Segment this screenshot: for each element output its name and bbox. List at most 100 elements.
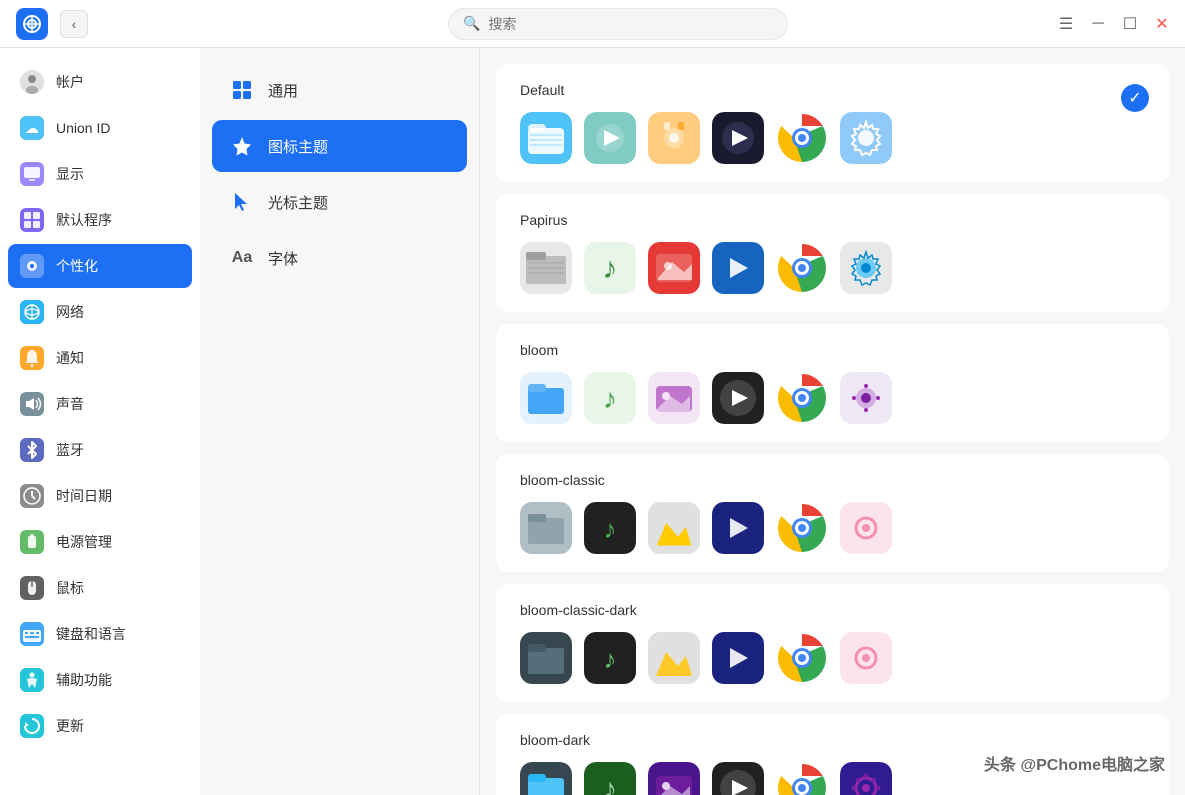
power-icon [20,530,44,554]
sub-sidebar: 通用 图标主题 光标主题 Aa 字体 [200,48,480,795]
bloom-classic-dark-icon-photos [648,632,700,684]
bloom-classic-icon-video [712,502,764,554]
theme-card-papirus[interactable]: Papirus ♪ [496,194,1169,312]
bloom-classic-icon-chrome [776,502,828,554]
search-bar[interactable]: 🔍 [448,8,788,40]
theme-default-name: Default [520,82,1145,98]
theme-card-default[interactable]: Default [496,64,1169,182]
theme-icon-settings [840,112,892,164]
theme-card-bloom[interactable]: bloom ♪ [496,324,1169,442]
default-apps-icon [20,208,44,232]
bloom-icon-chrome [776,372,828,424]
sidebar-item-mouse[interactable]: 鼠标 [8,566,192,610]
bloom-icon-files [520,372,572,424]
theme-card-bloom-classic-dark-content: bloom-classic-dark ♪ [520,602,1145,684]
primary-sidebar: 帐户 ☁ Union ID 显示 默认程序 个性化 [0,48,200,795]
minimize-button[interactable]: ─ [1091,17,1105,31]
network-icon [20,300,44,324]
sub-item-font-label: 字体 [268,248,298,269]
theme-bloom-classic-name: bloom-classic [520,472,1145,488]
theme-papirus-name: Papirus [520,212,1145,228]
sidebar-item-bluetooth[interactable]: 蓝牙 [8,428,192,472]
sidebar-item-network[interactable]: 网络 [8,290,192,334]
notification-icon [20,346,44,370]
theme-bloom-icons: ♪ [520,372,1145,424]
sidebar-item-mouse-label: 鼠标 [56,578,84,598]
datetime-icon [20,484,44,508]
theme-card-bloom-classic[interactable]: bloom-classic ♪ [496,454,1169,572]
bloom-dark-icon-files [520,762,572,795]
sidebar-item-accessibility[interactable]: 辅助功能 [8,658,192,702]
sidebar-item-datetime-label: 时间日期 [56,486,112,506]
theme-default-icons [520,112,1145,164]
sidebar-item-sound[interactable]: 声音 [8,382,192,426]
sidebar-item-power-label: 电源管理 [56,532,112,552]
bloom-classic-icon-settings [840,502,892,554]
sub-item-general[interactable]: 通用 [212,64,467,116]
sidebar-item-datetime[interactable]: 时间日期 [8,474,192,518]
sidebar-item-account[interactable]: 帐户 [8,60,192,104]
theme-card-bloom-classic-dark[interactable]: bloom-classic-dark ♪ [496,584,1169,702]
theme-card-default-content: Default [520,82,1145,164]
theme-bloom-dark-name: bloom-dark [520,732,1145,748]
sidebar-item-union-id-label: Union ID [56,120,110,136]
bloom-classic-icon-photos [648,502,700,554]
bloom-classic-icon-music: ♪ [584,502,636,554]
sidebar-item-default-apps[interactable]: 默认程序 [8,198,192,242]
theme-bloom-name: bloom [520,342,1145,358]
bloom-classic-dark-icon-files [520,632,572,684]
sub-item-general-label: 通用 [268,80,298,101]
bloom-classic-dark-icon-music: ♪ [584,632,636,684]
theme-card-bloom-content: bloom ♪ [520,342,1145,424]
titlebar-left: ‹ [16,8,88,40]
sub-item-icon-theme-label: 图标主题 [268,136,328,157]
papirus-icon-files [520,242,572,294]
bloom-icon-video [712,372,764,424]
sidebar-item-keyboard[interactable]: 键盘和语言 [8,612,192,656]
sidebar-item-default-apps-label: 默认程序 [56,210,112,230]
svg-text:♪: ♪ [603,252,618,285]
theme-card-bloom-dark[interactable]: bloom-dark ♪ [496,714,1169,795]
menu-button[interactable]: ☰ [1059,17,1073,31]
mouse-icon [20,576,44,600]
titlebar: ‹ 🔍 ☰ ─ ☐ ✕ [0,0,1185,48]
sidebar-item-display[interactable]: 显示 [8,152,192,196]
sidebar-item-power[interactable]: 电源管理 [8,520,192,564]
theme-icon-photos [648,112,700,164]
sub-item-icon-theme[interactable]: 图标主题 [212,120,467,172]
sidebar-item-union-id[interactable]: ☁ Union ID [8,106,192,150]
sidebar-item-personalize[interactable]: 个性化 [8,244,192,288]
papirus-icon-chrome [776,242,828,294]
bloom-classic-dark-icon-video [712,632,764,684]
close-button[interactable]: ✕ [1155,17,1169,31]
sidebar-item-notification[interactable]: 通知 [8,336,192,380]
bloom-dark-icon-music: ♪ [584,762,636,795]
svg-text:♪: ♪ [604,514,617,544]
theme-card-bloom-dark-content: bloom-dark ♪ [520,732,1145,795]
sidebar-item-sound-label: 声音 [56,394,84,414]
sub-item-font[interactable]: Aa 字体 [212,232,467,284]
bloom-icon-settings [840,372,892,424]
search-input[interactable] [488,16,773,32]
bloom-icon-photos [648,372,700,424]
back-button[interactable]: ‹ [60,10,88,38]
sidebar-item-keyboard-label: 键盘和语言 [56,624,126,644]
papirus-icon-video [712,242,764,294]
accessibility-icon [20,668,44,692]
sidebar-item-update[interactable]: 更新 [8,704,192,748]
theme-bloom-classic-dark-icons: ♪ [520,632,1145,684]
update-icon [20,714,44,738]
theme-icon-chrome [776,112,828,164]
sub-item-cursor-theme[interactable]: 光标主题 [212,176,467,228]
theme-bloom-dark-icons: ♪ [520,762,1145,795]
papirus-icon-photos [648,242,700,294]
selected-check: ✓ [1121,84,1149,112]
bloom-classic-dark-icon-settings [840,632,892,684]
window-controls: ☰ ─ ☐ ✕ [1059,17,1169,31]
svg-text:♪: ♪ [603,383,617,414]
cursor-theme-icon [228,188,256,216]
content-area: Default [480,48,1185,795]
bloom-dark-icon-photos [648,762,700,795]
theme-icon-video [712,112,764,164]
maximize-button[interactable]: ☐ [1123,17,1137,31]
